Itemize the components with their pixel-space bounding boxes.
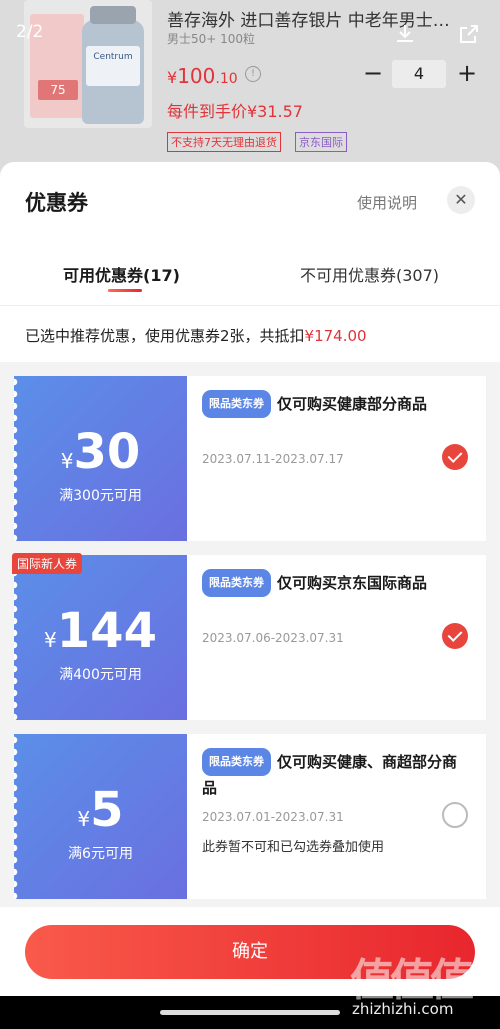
- coupon-amount-value: 144: [56, 603, 157, 659]
- quantity-input[interactable]: 4: [392, 60, 446, 88]
- price-decimal: .10: [215, 71, 238, 87]
- watermark-logo: 值值值: [350, 955, 474, 1006]
- no-return-tag: 不支持7天无理由退货: [167, 132, 281, 152]
- summary-text: 已选中推荐优惠，使用优惠券2张，共抵扣: [25, 327, 305, 345]
- unit-price: 每件到手价¥31.57: [167, 102, 303, 121]
- summary-amount: ¥174.00: [304, 327, 367, 345]
- checked-icon[interactable]: [442, 444, 468, 470]
- coupon-card[interactable]: ¥30 满300元可用 限品类东券 仅可购买健康部分商品 2023.07.11-2…: [14, 376, 486, 541]
- coupon-desc-text: 仅可购买京东国际商品: [277, 574, 428, 592]
- bottle-cap: [90, 6, 136, 24]
- product-price: ¥100.10: [167, 64, 238, 88]
- coupon-condition: 满300元可用: [59, 488, 142, 504]
- price-currency: ¥: [167, 68, 178, 87]
- home-indicator[interactable]: [160, 1010, 340, 1015]
- coupon-validity: 2023.07.01-2023.07.31: [202, 810, 344, 824]
- price-integer: 100: [177, 64, 216, 88]
- coupon-card[interactable]: ¥5 满6元可用 限品类东券 仅可购买健康、商超部分商品 2023.07.01-2…: [14, 734, 486, 899]
- sheet-title: 优惠券: [25, 191, 88, 215]
- coupon-validity: 2023.07.06-2023.07.31: [202, 631, 344, 645]
- download-icon[interactable]: [393, 22, 417, 46]
- unchecked-icon[interactable]: [442, 802, 468, 828]
- coupon-list[interactable]: ¥30 满300元可用 限品类东券 仅可购买健康部分商品 2023.07.11-2…: [0, 362, 500, 907]
- product-thumbnail[interactable]: 75 Centrum: [24, 0, 152, 128]
- divider: [0, 305, 500, 306]
- coupon-validity: 2023.07.11-2023.07.17: [202, 452, 344, 466]
- product-header: 75 Centrum 2/2 善存海外 进口善存银片 中老年男士… 男士50+ …: [0, 0, 500, 175]
- active-tab-indicator: [108, 289, 142, 292]
- close-icon[interactable]: ✕: [447, 186, 475, 214]
- coupon-category-tag: 限品类东券: [202, 569, 271, 597]
- coupon-condition: 满400元可用: [59, 667, 142, 683]
- jd-international-tag: 京东国际: [295, 132, 347, 152]
- coupon-amount: ¥5: [14, 782, 187, 838]
- tab-available-coupons[interactable]: 可用优惠券(17): [63, 262, 180, 286]
- coupon-currency: ¥: [44, 628, 57, 652]
- coupon-amount: ¥144: [14, 603, 187, 659]
- watermark-text: zhizhizhi.com: [352, 1000, 454, 1018]
- coupon-currency: ¥: [60, 449, 74, 473]
- info-icon[interactable]: !: [245, 66, 261, 82]
- product-title: 善存海外 进口善存银片 中老年男士…: [167, 11, 450, 31]
- coupon-category-tag: 限品类东券: [202, 390, 271, 418]
- selection-summary: 已选中推荐优惠，使用优惠券2张，共抵扣¥174.00: [25, 325, 367, 346]
- coupon-description: 限品类东券 仅可购买健康部分商品: [202, 390, 470, 418]
- checked-icon[interactable]: [442, 623, 468, 649]
- plus-icon[interactable]: +: [454, 58, 480, 90]
- coupon-condition: 满6元可用: [68, 846, 133, 862]
- image-pager: 2/2: [16, 22, 44, 42]
- watermark: 值值值 zhizhizhi.com: [340, 924, 500, 1029]
- coupon-amount-value: 30: [73, 424, 141, 480]
- coupon-desc-text: 仅可购买健康部分商品: [277, 395, 428, 413]
- product-variant: 男士50+ 100粒: [167, 32, 256, 46]
- minus-icon[interactable]: −: [360, 58, 386, 90]
- coupon-category-tag: 限品类东券: [202, 748, 271, 776]
- coupon-description: 限品类东券 仅可购买京东国际商品: [202, 569, 470, 597]
- tab-unavailable-coupons[interactable]: 不可用优惠券(307): [300, 262, 439, 286]
- bottle-label: Centrum: [86, 46, 140, 86]
- coupon-sheet: 优惠券 使用说明 ✕ 可用优惠券(17) 不可用优惠券(307) 已选中推荐优惠…: [0, 162, 500, 996]
- coupon-amount-value: 5: [90, 782, 124, 838]
- usage-help-link[interactable]: 使用说明: [357, 192, 417, 213]
- coupon-currency: ¥: [77, 807, 91, 831]
- coupon-amount: ¥30: [14, 424, 187, 480]
- new-user-badge: 国际新人券: [12, 553, 83, 574]
- share-icon[interactable]: [457, 22, 481, 46]
- quantity-stepper: − 4 +: [360, 58, 480, 90]
- coupon-description: 限品类东券 仅可购买健康、商超部分商品: [202, 748, 470, 800]
- coupon-conflict-note: 此券暂不可和已勾选券叠加使用: [202, 840, 385, 855]
- promo-price: 75: [38, 80, 78, 100]
- product-bottle-image: Centrum: [82, 6, 144, 124]
- coupon-card[interactable]: 国际新人券 ¥144 满400元可用 限品类东券 仅可购买京东国际商品 2023.…: [12, 553, 486, 720]
